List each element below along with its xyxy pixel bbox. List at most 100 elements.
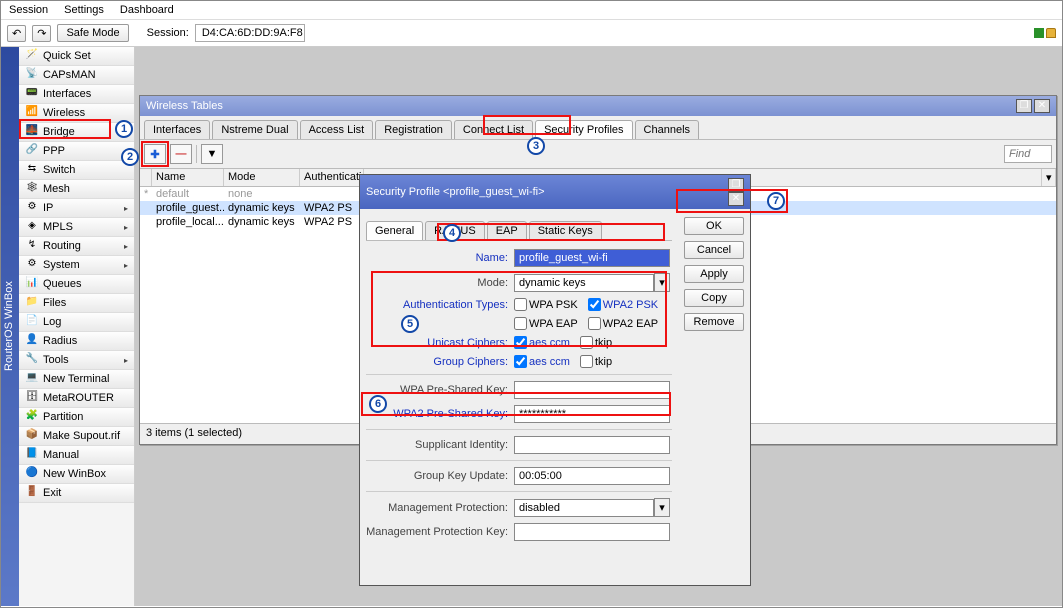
sidebar-item-switch[interactable]: ⇆Switch [19, 161, 134, 180]
sidebar-item-new-winbox[interactable]: 🔵New WinBox [19, 465, 134, 484]
sidebar-item-ppp[interactable]: 🔗PPP [19, 142, 134, 161]
sidebar-item-interfaces[interactable]: 📟Interfaces [19, 85, 134, 104]
dlg-tabs: GeneralRADIUSEAPStatic Keys [366, 217, 672, 241]
window-close-button[interactable]: ✕ [1034, 99, 1050, 113]
tab-security-profiles[interactable]: Security Profiles [535, 120, 632, 139]
sidebar-item-label: Interfaces [43, 88, 91, 100]
uc-aes-checkbox[interactable]: aes ccm [514, 336, 570, 349]
col-mode[interactable]: Mode [224, 169, 300, 186]
wpa-eap-checkbox[interactable]: WPA EAP [514, 317, 578, 330]
wpa-key-input[interactable] [514, 381, 670, 399]
menu-session[interactable]: Session [9, 4, 48, 16]
sidebar-item-log[interactable]: 📄Log [19, 313, 134, 332]
chevron-right-icon: ▸ [124, 356, 128, 365]
window-restore-button[interactable]: ❐ [1016, 99, 1032, 113]
tab-nstreme-dual[interactable]: Nstreme Dual [212, 120, 297, 139]
filter-button[interactable]: ▼ [201, 144, 223, 164]
remove-button[interactable]: — [170, 144, 192, 164]
sidebar-item-files[interactable]: 📁Files [19, 294, 134, 313]
sidebar-item-exit[interactable]: 🚪Exit [19, 484, 134, 503]
wpa2-key-input[interactable] [514, 405, 670, 423]
wpa-psk-checkbox[interactable]: WPA PSK [514, 298, 578, 311]
add-button[interactable]: ✚ [144, 144, 166, 164]
menu-dashboard[interactable]: Dashboard [120, 4, 174, 16]
chevron-right-icon: ▸ [124, 223, 128, 232]
supplicant-input[interactable] [514, 436, 670, 454]
wt-tabs: InterfacesNstreme DualAccess ListRegistr… [140, 116, 1056, 140]
ok-button[interactable]: OK [684, 217, 744, 235]
col-menu[interactable]: ▾ [1042, 169, 1056, 186]
sidebar-item-manual[interactable]: 📘Manual [19, 446, 134, 465]
menubar: Session Settings Dashboard [1, 1, 1062, 20]
dlg-tab-radius[interactable]: RADIUS [425, 221, 485, 240]
sidebar-item-system[interactable]: ⚙System▸ [19, 256, 134, 275]
sidebar-item-mesh[interactable]: 🕸Mesh [19, 180, 134, 199]
toolbar: ↶ ↷ Safe Mode Session: D4:CA:6D:DD:9A:F8 [1, 20, 1062, 47]
sidebar-item-new-terminal[interactable]: 💻New Terminal [19, 370, 134, 389]
tab-connect-list[interactable]: Connect List [454, 120, 533, 139]
dlg-tab-general[interactable]: General [366, 221, 423, 240]
sidebar-item-queues[interactable]: 📊Queues [19, 275, 134, 294]
apply-button[interactable]: Apply [684, 265, 744, 283]
gku-input[interactable] [514, 467, 670, 485]
sidebar-item-label: Radius [43, 335, 77, 347]
window-titlebar[interactable]: Wireless Tables ❐ ✕ [140, 96, 1056, 116]
name-label: Name: [366, 252, 514, 264]
dialog-restore-button[interactable]: ❐ [728, 178, 744, 192]
dlg-tab-static-keys[interactable]: Static Keys [529, 221, 602, 240]
cancel-button[interactable]: Cancel [684, 241, 744, 259]
mode-select[interactable]: dynamic keys [514, 274, 654, 292]
chevron-right-icon: ▸ [124, 204, 128, 213]
tab-access-list[interactable]: Access List [300, 120, 374, 139]
tab-channels[interactable]: Channels [635, 120, 699, 139]
gc-tkip-checkbox[interactable]: tkip [580, 355, 612, 368]
safe-mode-button[interactable]: Safe Mode [57, 24, 128, 42]
sidebar-item-capsman[interactable]: 📡CAPsMAN [19, 66, 134, 85]
sidebar-item-label: Make Supout.rif [43, 430, 120, 442]
redo-button[interactable]: ↷ [32, 25, 51, 42]
sidebar-icon: 🧩 [25, 410, 39, 424]
sidebar-item-make-supout.rif[interactable]: 📦Make Supout.rif [19, 427, 134, 446]
mpk-label: Management Protection Key: [366, 526, 514, 538]
tab-registration[interactable]: Registration [375, 120, 452, 139]
dialog-titlebar[interactable]: Security Profile <profile_guest_wi-fi> ❐… [360, 175, 750, 209]
sidebar-item-wireless[interactable]: 📶Wireless [19, 104, 134, 123]
find-input[interactable] [1004, 145, 1052, 163]
mp-dropdown-icon[interactable]: ▾ [654, 498, 670, 517]
copy-button[interactable]: Copy [684, 289, 744, 307]
unicast-ciphers-label: Unicast Ciphers: [366, 337, 514, 349]
sidebar-item-mpls[interactable]: ◈MPLS▸ [19, 218, 134, 237]
sidebar-item-label: Partition [43, 411, 83, 423]
uc-tkip-checkbox[interactable]: tkip [580, 336, 612, 349]
sidebar-icon: 🌉 [25, 125, 39, 139]
remove-button[interactable]: Remove [684, 313, 744, 331]
sidebar-item-tools[interactable]: 🔧Tools▸ [19, 351, 134, 370]
gc-aes-checkbox[interactable]: aes ccm [514, 355, 570, 368]
sidebar-item-ip[interactable]: ⚙IP▸ [19, 199, 134, 218]
group-ciphers-label: Group Ciphers: [366, 356, 514, 368]
sidebar-item-bridge[interactable]: 🌉Bridge [19, 123, 134, 142]
wpa2-eap-checkbox[interactable]: WPA2 EAP [588, 317, 658, 330]
mp-select[interactable]: disabled [514, 499, 654, 517]
dialog-title: Security Profile <profile_guest_wi-fi> [366, 186, 545, 198]
undo-button[interactable]: ↶ [7, 25, 26, 42]
sidebar-item-partition[interactable]: 🧩 Partition [19, 408, 134, 427]
chevron-right-icon: ▸ [124, 242, 128, 251]
sidebar-item-routing[interactable]: ↯Routing▸ [19, 237, 134, 256]
sidebar-item-metarouter[interactable]: 🗄MetaROUTER [19, 389, 134, 408]
menu-settings[interactable]: Settings [64, 4, 104, 16]
status-icons [1034, 28, 1056, 38]
mode-dropdown-icon[interactable]: ▾ [654, 273, 670, 292]
dlg-tab-eap[interactable]: EAP [487, 221, 527, 240]
wpa2-psk-checkbox[interactable]: WPA2 PSK [588, 298, 658, 311]
mpk-input[interactable] [514, 523, 670, 541]
name-input[interactable] [514, 249, 670, 267]
sidebar-item-quick-set[interactable]: 🪄Quick Set [19, 47, 134, 66]
supplicant-label: Supplicant Identity: [366, 439, 514, 451]
col-auth[interactable]: Authenticati... [300, 169, 364, 186]
mp-label: Management Protection: [366, 502, 514, 514]
col-name[interactable]: Name [152, 169, 224, 186]
tab-interfaces[interactable]: Interfaces [144, 120, 210, 139]
sidebar-item-radius[interactable]: 👤Radius [19, 332, 134, 351]
dialog-close-button[interactable]: ✕ [728, 192, 744, 206]
